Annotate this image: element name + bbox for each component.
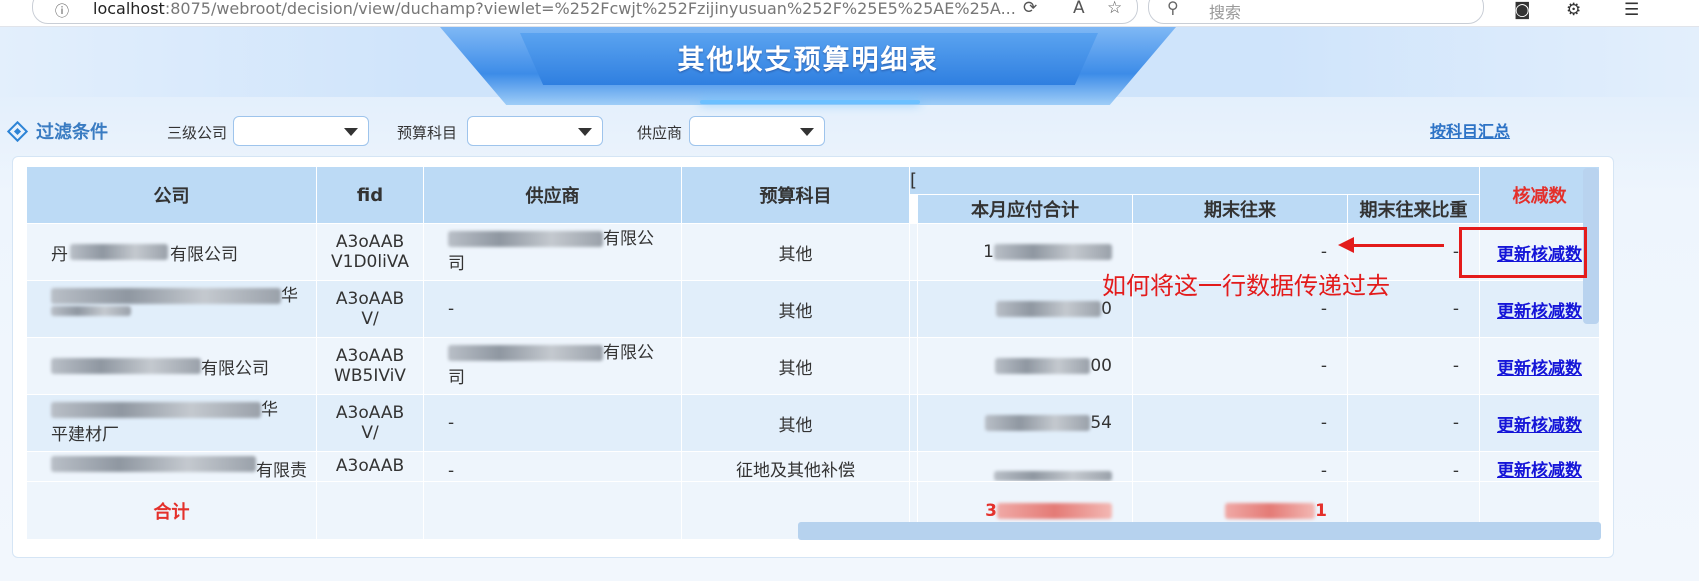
search-icon: ⚲ xyxy=(1167,0,1179,17)
table-row-4-supplier: - xyxy=(424,395,682,452)
table-row-3-monthly: 00 xyxy=(918,338,1133,395)
supplier-select[interactable] xyxy=(689,116,825,146)
header-period-end: 期末往来 xyxy=(1133,195,1348,224)
refresh-icon[interactable]: ⟳ xyxy=(1023,0,1037,18)
table-row-1-fid: A3oAAB V1D0liVA xyxy=(317,224,424,281)
table-row-1-monthly: 1 xyxy=(918,224,1133,281)
table-row-3-spacer xyxy=(910,338,918,395)
header-group-marker: [ xyxy=(910,170,918,191)
chevron-down-icon xyxy=(344,128,358,136)
table-row-1-company: 丹有限公司 xyxy=(27,224,317,281)
table-row-4-spacer xyxy=(910,395,918,452)
table-row-4-period-end: - xyxy=(1133,395,1348,452)
search-placeholder: 搜索 xyxy=(1209,3,1242,22)
table-row-3-supplier: 有限公司 xyxy=(424,338,682,395)
search-box[interactable]: ⚲ 搜索 xyxy=(1148,0,1484,24)
table-row-2-subject: 其他 xyxy=(682,281,910,338)
table-row-4-subject: 其他 xyxy=(682,395,910,452)
read-aloud-icon[interactable]: A xyxy=(1073,0,1085,18)
table-row-2-fid: A3oAAB V/ xyxy=(317,281,424,338)
table-row-1-supplier: 有限公司 xyxy=(424,224,682,281)
filter-bar: 过滤条件 三级公司 预算科目 供应商 xyxy=(0,108,1640,152)
table-row-5-action-cell: 更新核减数 xyxy=(1480,452,1600,482)
header-supplier: 供应商 xyxy=(424,167,682,224)
total-fid xyxy=(317,482,424,540)
table-row-2-supplier: - xyxy=(424,281,682,338)
annotation-text: 如何将这一行数据传递过去 xyxy=(1102,272,1390,300)
filter-title: 过滤条件 xyxy=(36,122,108,143)
title-glow xyxy=(700,100,920,104)
table-row-2-spacer xyxy=(910,281,918,338)
chevron-down-icon xyxy=(578,128,592,136)
table-row-2-action-cell: 更新核减数 xyxy=(1480,281,1600,338)
table-row-5-company: 有限责 xyxy=(27,452,317,482)
supplier-filter-label: 供应商 xyxy=(637,124,683,142)
table-row-3-subject: 其他 xyxy=(682,338,910,395)
total-supplier xyxy=(424,482,682,540)
header-monthly-payable: 本月应付合计 xyxy=(918,195,1133,224)
summary-by-subject-link[interactable]: 按科目汇总 xyxy=(1430,118,1510,142)
table-row-3-action-cell: 更新核减数 xyxy=(1480,338,1600,395)
table-row-5-fid: A3oAAB xyxy=(317,452,424,482)
update-reduction-link-row-4[interactable]: 更新核减数 xyxy=(1497,411,1582,436)
header-fid: fid xyxy=(317,167,424,224)
update-reduction-link-row-3[interactable]: 更新核减数 xyxy=(1497,354,1582,379)
highlight-box xyxy=(1459,227,1587,278)
horizontal-scrollbar[interactable] xyxy=(798,522,1601,540)
subject-select[interactable] xyxy=(467,116,603,146)
extensions-icon[interactable]: ◙ xyxy=(1514,0,1531,20)
update-reduction-link-row-2[interactable]: 更新核减数 xyxy=(1497,297,1582,322)
table-row-2-monthly: 0 xyxy=(918,281,1133,338)
header-budget-subject: 预算科目 xyxy=(682,167,910,224)
report-title: 其他收支预算明细表 xyxy=(677,45,939,76)
table-row-5-spacer xyxy=(910,452,918,482)
browser-toolbar: ⓘ localhost:8075/webroot/decision/view/d… xyxy=(0,0,1699,27)
header-group: [ xyxy=(910,167,1480,195)
annotation-arrow xyxy=(1352,244,1444,247)
table-row-5-ratio: - xyxy=(1348,452,1480,482)
table-row-4-ratio: - xyxy=(1348,395,1480,452)
favorites-list-icon[interactable]: ☰ xyxy=(1624,0,1639,20)
chevron-down-icon xyxy=(800,128,814,136)
table-row-1-subject: 其他 xyxy=(682,224,910,281)
table-row-5-supplier: - xyxy=(424,452,682,482)
table-row-4-action-cell: 更新核减数 xyxy=(1480,395,1600,452)
total-label: 合计 xyxy=(27,482,317,540)
settings-gear-icon[interactable]: ⚙ xyxy=(1566,0,1581,20)
table-row-4-company: 华平建材厂 xyxy=(27,395,317,452)
table-row-4-fid: A3oAAB V/ xyxy=(317,395,424,452)
table-row-2-company: 华 xyxy=(27,281,317,338)
update-reduction-link-row-5[interactable]: 更新核减数 xyxy=(1497,456,1582,481)
table-row-1-spacer xyxy=(910,224,918,281)
header-period-end-ratio: 期末往来比重 xyxy=(1348,195,1480,224)
table-row-3-period-end: - xyxy=(1133,338,1348,395)
header-company: 公司 xyxy=(27,167,317,224)
arrow-head-icon xyxy=(1338,237,1354,253)
info-icon[interactable]: ⓘ xyxy=(55,1,69,21)
table-row-4-monthly: 54 xyxy=(918,395,1133,452)
diamond-icon xyxy=(6,120,29,143)
company-filter-label: 三级公司 xyxy=(167,124,228,142)
favorite-star-icon[interactable]: ☆ xyxy=(1107,0,1122,18)
subject-filter-label: 预算科目 xyxy=(397,124,458,142)
table-row-5-subject: 征地及其他补偿 xyxy=(682,452,910,482)
table-row-5-monthly xyxy=(918,452,1133,482)
header-reduction: 核减数 xyxy=(1480,167,1600,224)
address-url[interactable]: localhost:8075/webroot/decision/view/duc… xyxy=(93,0,1016,18)
table-row-3-company: 有限公司 xyxy=(27,338,317,395)
company-select[interactable] xyxy=(233,116,369,146)
table-row-3-fid: A3oAAB WB5IViV xyxy=(317,338,424,395)
table-row-5-period-end: - xyxy=(1133,452,1348,482)
table-row-3-ratio: - xyxy=(1348,338,1480,395)
address-bar[interactable]: ⓘ localhost:8075/webroot/decision/view/d… xyxy=(32,0,1138,24)
